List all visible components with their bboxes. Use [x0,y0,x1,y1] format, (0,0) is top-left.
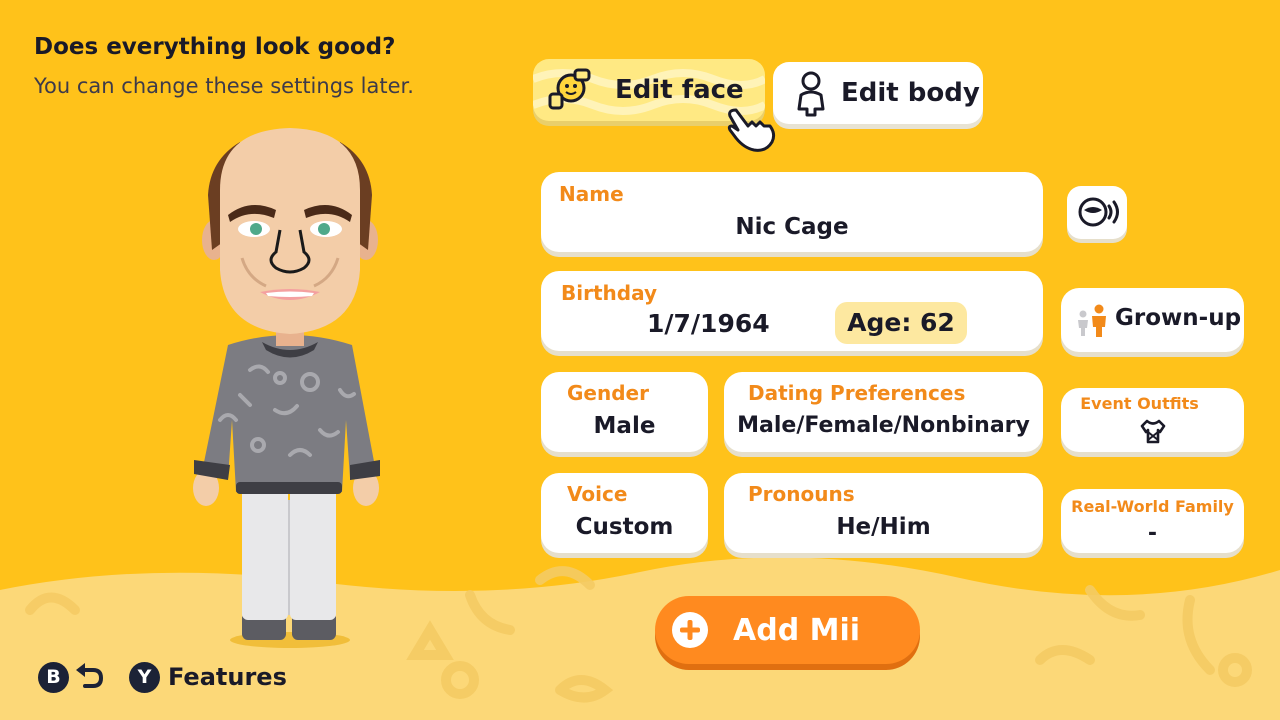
name-field[interactable]: Name Nic Cage [541,172,1043,252]
pronouns-field[interactable]: Pronouns He/Him [724,473,1043,553]
real-world-family-label: Real-World Family [1071,497,1234,516]
real-world-family-button[interactable]: Real-World Family - [1061,489,1244,553]
voice-field[interactable]: Voice Custom [541,473,708,553]
page-title: Does everything look good? [34,34,396,60]
tab-edit-body[interactable]: Edit body [773,62,983,124]
y-button-icon[interactable]: Y [129,661,160,693]
grown-up-label: Grown-up [1115,305,1242,331]
dating-preferences-label: Dating Preferences [748,381,966,405]
baby-face-icon [548,68,591,110]
real-world-family-value: - [1147,521,1158,546]
tab-edit-face-label: Edit face [615,75,744,105]
mii-character [193,128,380,648]
birthday-value: 1/7/1964 [647,309,770,338]
name-value: Nic Cage [735,214,849,240]
add-mii-button[interactable]: Add Mii [655,596,920,664]
voice-preview-button[interactable] [1067,186,1127,239]
event-outfits-button[interactable]: Event Outfits [1061,388,1244,452]
age-badge: Age: 62 [835,302,967,344]
voice-value: Custom [575,514,674,540]
outfit-icon [1140,419,1166,444]
gender-value: Male [593,413,656,439]
grown-up-button[interactable]: Grown-up [1061,288,1244,352]
tab-edit-body-label: Edit body [841,78,980,108]
plus-icon [672,612,708,648]
birthday-field[interactable]: Birthday 1/7/1964 Age: 62 [541,271,1043,351]
age-value: Age: 62 [847,308,955,337]
pointer-hand-icon [727,108,776,152]
back-arrow-icon[interactable] [73,662,105,692]
pronouns-label: Pronouns [748,482,855,506]
add-mii-label: Add Mii [733,612,861,648]
features-label[interactable]: Features [168,663,287,691]
dating-preferences-value: Male/Female/Nonbinary [737,413,1030,438]
name-label: Name [559,182,624,206]
body-figure-icon [797,71,825,117]
footer-controls: B Y Features [38,660,287,694]
event-outfits-label: Event Outfits [1080,394,1199,413]
voice-label: Voice [567,482,628,506]
pronouns-value: He/Him [836,514,931,540]
birthday-label: Birthday [561,281,657,305]
b-button-icon[interactable]: B [38,661,69,693]
voice-speak-icon [1078,197,1119,227]
grown-up-icon [1078,304,1106,337]
dating-preferences-field[interactable]: Dating Preferences Male/Female/Nonbinary [724,372,1043,452]
page-subtitle: You can change these settings later. [34,74,414,98]
gender-label: Gender [567,381,649,405]
gender-field[interactable]: Gender Male [541,372,708,452]
